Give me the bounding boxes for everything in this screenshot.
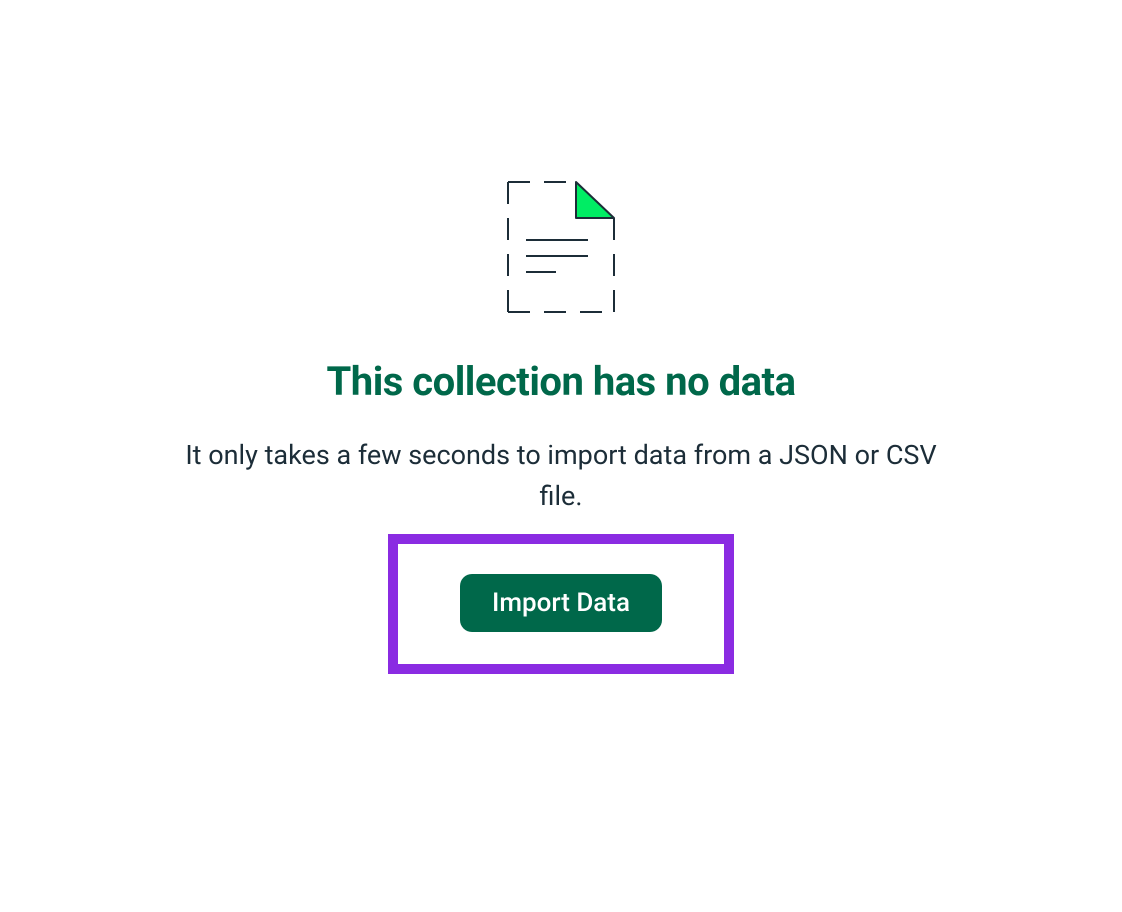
empty-state-container: This collection has no data It only take… (151, 180, 971, 674)
empty-state-description: It only takes a few seconds to import da… (176, 435, 946, 516)
import-data-button[interactable]: Import Data (460, 574, 662, 632)
highlight-box: Import Data (388, 534, 734, 674)
document-icon (506, 180, 616, 318)
empty-state-heading: This collection has no data (327, 358, 796, 405)
